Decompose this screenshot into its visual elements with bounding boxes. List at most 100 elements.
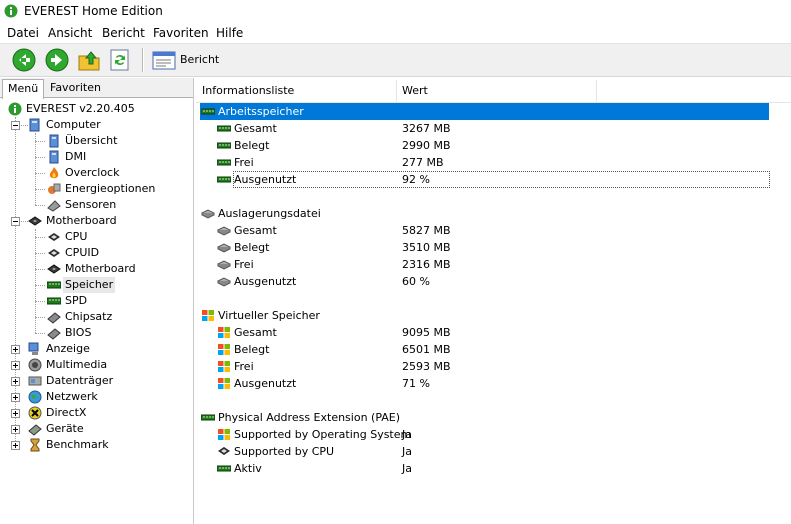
tree-item-label: DirectX xyxy=(46,406,87,419)
tree-item-label: Motherboard xyxy=(65,262,136,275)
row-key: Belegt xyxy=(234,139,270,152)
tab-favoriten[interactable]: Favoriten xyxy=(45,79,106,97)
tree-item-label: Computer xyxy=(46,118,101,131)
group-title: Virtueller Speicher xyxy=(218,309,320,322)
chipset-icon xyxy=(47,312,61,324)
list-row[interactable]: Belegt 2990 MB xyxy=(196,137,791,154)
expand-datentraeger-toggle[interactable] xyxy=(11,377,20,386)
row-key: Frei xyxy=(234,258,254,271)
menu-favoriten[interactable]: Favoriten xyxy=(153,26,209,40)
everest-icon xyxy=(8,102,22,116)
list-row[interactable]: Ausgenutzt 92 % xyxy=(196,171,791,188)
memory-icon xyxy=(217,159,231,166)
list-row[interactable]: Supported by CPU Ja xyxy=(196,443,791,460)
forward-arrow-icon[interactable] xyxy=(45,48,69,72)
column-header-item[interactable]: Informationsliste xyxy=(202,84,294,97)
row-value: 2990 MB xyxy=(402,139,451,152)
globe-icon xyxy=(28,390,42,404)
tree-item-label: Übersicht xyxy=(65,134,118,147)
row-key: Belegt xyxy=(234,343,270,356)
windows-logo-icon xyxy=(218,361,230,372)
column-header-value[interactable]: Wert xyxy=(402,84,428,97)
collapse-motherboard-toggle[interactable] xyxy=(11,217,20,226)
back-arrow-icon[interactable] xyxy=(12,48,36,72)
list-row[interactable]: Frei 2593 MB xyxy=(196,358,791,375)
tree-item-label: SPD xyxy=(65,294,88,307)
row-value: 3267 MB xyxy=(402,122,451,135)
tree-root-label: EVEREST v2.20.405 xyxy=(26,102,135,115)
menu-ansicht[interactable]: Ansicht xyxy=(48,26,92,40)
list-row[interactable]: Supported by Operating System Ja xyxy=(196,426,791,443)
tree-item-label: Datenträger xyxy=(46,374,114,387)
menu-bar: Datei Ansicht Bericht Favoriten Hilfe xyxy=(0,24,791,44)
list-row[interactable]: Belegt 6501 MB xyxy=(196,341,791,358)
row-value: 2316 MB xyxy=(402,258,451,271)
windows-logo-icon xyxy=(218,327,230,338)
disk-icon xyxy=(201,209,215,219)
directx-icon xyxy=(28,406,42,420)
list-row[interactable]: Ausgenutzt 60 % xyxy=(196,273,791,290)
row-value: Ja xyxy=(402,428,412,441)
memory-icon xyxy=(201,108,215,115)
list-row[interactable]: Aktiv Ja xyxy=(196,460,791,477)
list-row[interactable]: Gesamt 5827 MB xyxy=(196,222,791,239)
row-value: 5827 MB xyxy=(402,224,451,237)
computer-icon xyxy=(29,118,40,132)
folder-up-icon[interactable] xyxy=(77,48,101,72)
refresh-icon[interactable] xyxy=(108,48,132,72)
group-title: Physical Address Extension (PAE) xyxy=(218,411,401,424)
list-row[interactable]: Frei 277 MB xyxy=(196,154,791,171)
group-header-virtueller-speicher[interactable]: Virtueller Speicher xyxy=(196,307,791,324)
row-value: Ja xyxy=(402,445,412,458)
row-key: Aktiv xyxy=(234,462,262,475)
motherboard-icon xyxy=(28,216,42,226)
tree-item-label: Geräte xyxy=(46,422,84,435)
row-value: 277 MB xyxy=(402,156,444,169)
tree-item-label: CPU xyxy=(65,230,88,243)
menu-hilfe[interactable]: Hilfe xyxy=(216,26,243,40)
windows-logo-icon xyxy=(202,310,214,321)
list-row[interactable]: Gesamt 9095 MB xyxy=(196,324,791,341)
tree-item-label: Netzwerk xyxy=(46,390,98,403)
row-key: Supported by CPU xyxy=(234,445,335,458)
menu-datei[interactable]: Datei xyxy=(7,26,39,40)
disk-icon xyxy=(217,243,231,253)
report-icon[interactable] xyxy=(152,51,176,70)
list-row[interactable]: Ausgenutzt 71 % xyxy=(196,375,791,392)
report-button-label[interactable]: Bericht xyxy=(180,53,219,66)
tab-menu[interactable]: Menü xyxy=(2,79,45,99)
memory-icon xyxy=(47,281,61,289)
disk-icon xyxy=(217,277,231,287)
expand-benchmark-toggle[interactable] xyxy=(11,441,20,450)
group-header-arbeitsspeicher[interactable]: Arbeitsspeicher xyxy=(196,103,791,120)
collapse-computer-toggle[interactable] xyxy=(11,121,20,130)
list-row[interactable]: Frei 2316 MB xyxy=(196,256,791,273)
expand-multimedia-toggle[interactable] xyxy=(11,361,20,370)
group-title: Auslagerungsdatei xyxy=(218,207,321,220)
computer-icon xyxy=(49,134,59,148)
expand-geraete-toggle[interactable] xyxy=(11,425,20,434)
expand-netzwerk-toggle[interactable] xyxy=(11,393,20,402)
cpu-icon xyxy=(48,233,60,241)
list-row[interactable]: Belegt 3510 MB xyxy=(196,239,791,256)
sensor-icon xyxy=(47,200,61,212)
expand-anzeige-toggle[interactable] xyxy=(11,345,20,354)
panel-tabs: Menü Favoriten xyxy=(0,78,193,99)
row-value: 9095 MB xyxy=(402,326,451,339)
tree-item-label: Motherboard xyxy=(46,214,117,227)
window-title: EVEREST Home Edition xyxy=(24,4,163,18)
tree-item-label: Anzeige xyxy=(46,342,90,355)
expand-directx-toggle[interactable] xyxy=(11,409,20,418)
title-bar: EVEREST Home Edition xyxy=(0,0,791,24)
disk-icon xyxy=(217,260,231,270)
group-header-pae[interactable]: Physical Address Extension (PAE) xyxy=(196,409,791,426)
devices-icon xyxy=(28,424,42,436)
row-key: Ausgenutzt xyxy=(234,173,297,186)
menu-bericht[interactable]: Bericht xyxy=(102,26,145,40)
memory-icon xyxy=(217,465,231,472)
tree-item-label: DMI xyxy=(65,150,87,163)
list-row[interactable]: Gesamt 3267 MB xyxy=(196,120,791,137)
memory-icon xyxy=(217,142,231,149)
row-value: 2593 MB xyxy=(402,360,451,373)
group-header-auslagerungsdatei[interactable]: Auslagerungsdatei xyxy=(196,205,791,222)
